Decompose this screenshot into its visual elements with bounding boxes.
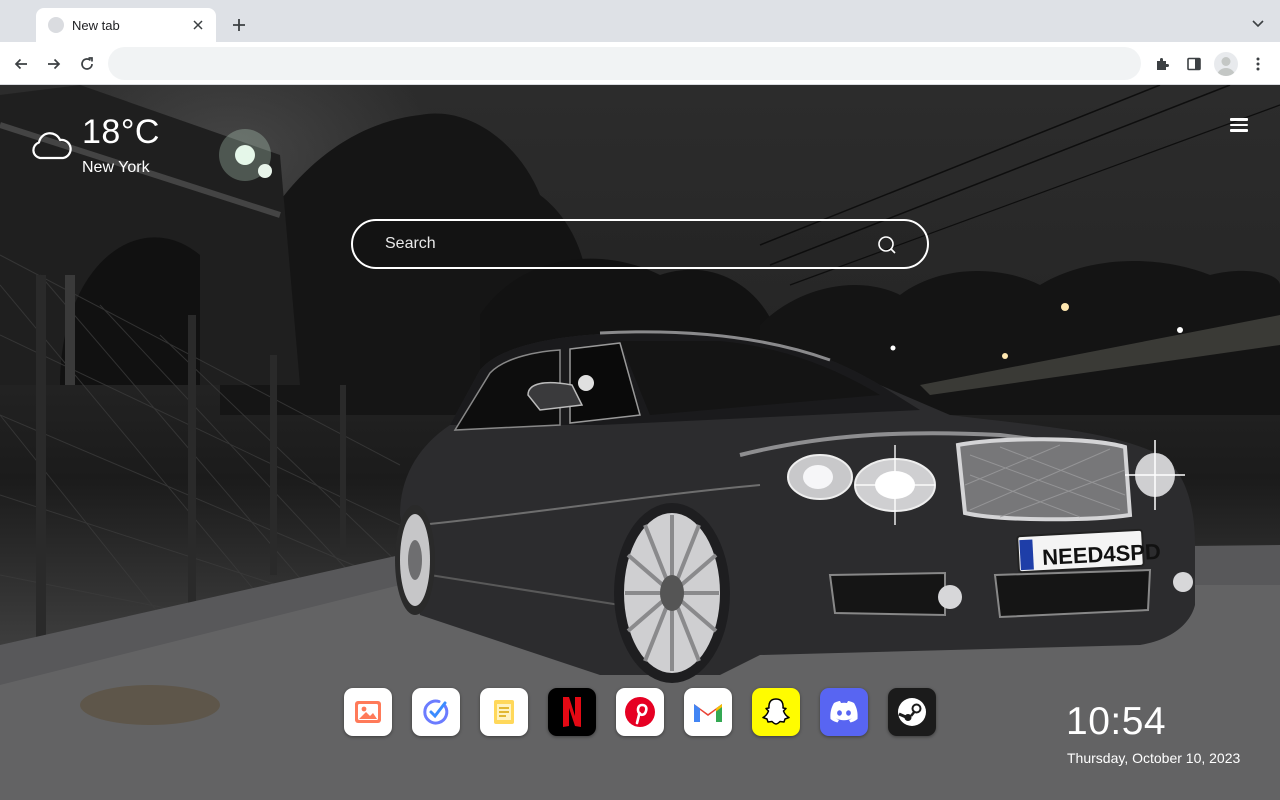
app-photos[interactable]: [344, 688, 392, 736]
snapchat-icon: [762, 698, 790, 725]
chrome-menu-button[interactable]: [1247, 53, 1269, 75]
pinterest-icon: [625, 697, 655, 727]
reload-icon: [81, 57, 93, 70]
extensions-button[interactable]: [1151, 53, 1173, 75]
menu-icon-bar: [1230, 123, 1248, 126]
address-bar[interactable]: [108, 47, 1141, 80]
app-steam[interactable]: [888, 688, 936, 736]
netflix-icon: [563, 697, 581, 727]
arrow-right-icon: [48, 58, 61, 70]
check-circle-icon: [423, 699, 449, 725]
tab-search-button[interactable]: [1248, 14, 1268, 34]
app-tasks[interactable]: [412, 688, 460, 736]
weather-temperature: 18°C: [82, 113, 160, 151]
app-netflix[interactable]: [548, 688, 596, 736]
tab-favicon-icon: [48, 17, 64, 33]
side-panel-icon: [1187, 57, 1201, 71]
note-icon: [494, 700, 514, 724]
search-box: [351, 219, 929, 269]
menu-icon-bar: [1230, 129, 1248, 132]
chevron-down-icon: [1252, 20, 1264, 28]
weather-city: New York: [82, 159, 150, 176]
image-icon: [355, 701, 381, 723]
menu-icon-bar: [1230, 118, 1248, 121]
gmail-icon: [694, 704, 722, 722]
plus-icon: [233, 19, 245, 31]
new-tab-page: NEED4SPD 18°C New York Search 10:54 Thur…: [0, 85, 1280, 800]
app-gmail[interactable]: [684, 688, 732, 736]
back-button[interactable]: [10, 53, 32, 75]
side-panel-button[interactable]: [1183, 53, 1205, 75]
app-pinterest[interactable]: [616, 688, 664, 736]
clock-date: Thursday, October 10, 2023: [1067, 750, 1241, 766]
cloud-icon: [32, 132, 72, 160]
tab-title: New tab: [72, 17, 120, 33]
search-input[interactable]: [383, 233, 863, 255]
close-icon[interactable]: [190, 17, 206, 33]
app-discord[interactable]: [820, 688, 868, 736]
discord-icon: [830, 701, 858, 723]
profile-avatar[interactable]: [1214, 52, 1238, 76]
more-vertical-icon: [1256, 57, 1260, 71]
puzzle-icon: [1157, 58, 1169, 70]
clock-time: 10:54: [1066, 700, 1167, 743]
browser-toolbar: [0, 42, 1280, 85]
forward-button[interactable]: [43, 53, 65, 75]
app-dock: [344, 688, 936, 736]
person-icon: [1217, 57, 1235, 76]
app-notes[interactable]: [480, 688, 528, 736]
tab-strip: New tab: [0, 0, 1280, 42]
arrow-left-icon: [14, 58, 27, 70]
new-tab-button[interactable]: [228, 14, 250, 36]
app-snapchat[interactable]: [752, 688, 800, 736]
steam-icon: [898, 698, 926, 726]
tab-new-tab[interactable]: New tab: [36, 8, 216, 42]
reload-button[interactable]: [76, 53, 98, 75]
search-icon[interactable]: [877, 235, 897, 255]
menu-button[interactable]: [1227, 115, 1251, 135]
